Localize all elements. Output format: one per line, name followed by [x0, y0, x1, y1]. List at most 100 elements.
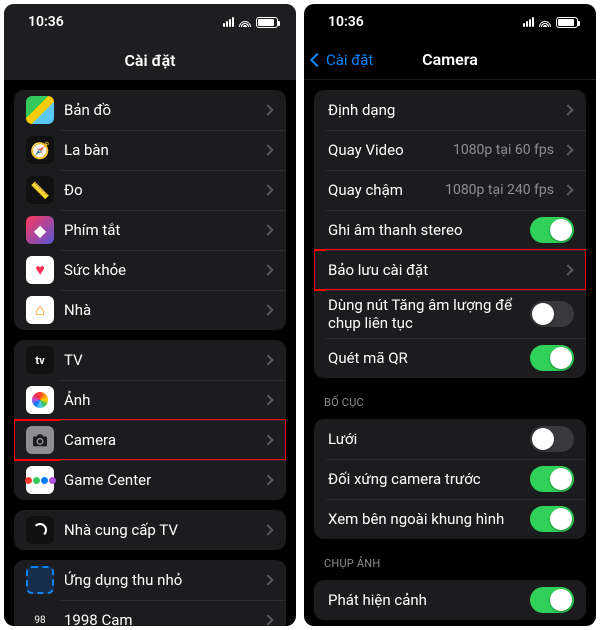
row-label: Định dạng — [328, 101, 554, 119]
settings-compass[interactable]: 🧭 La bàn — [14, 130, 286, 170]
row-label: Ứng dụng thu nhỏ — [64, 571, 254, 589]
settings-home-icon: ⌂ — [26, 296, 54, 324]
settings-group: Phát hiện cảnh — [314, 580, 586, 620]
wifi-icon — [538, 17, 552, 27]
camera-mirror-front[interactable]: Đối xứng camera trước — [314, 459, 586, 499]
camera-scene-detection[interactable]: Phát hiện cảnh — [314, 580, 586, 620]
row-label: Bản đồ — [64, 101, 254, 119]
settings-group: Lưới Đối xứng camera trước Xem bên ngoài k… — [314, 419, 586, 539]
row-label: Quay Video — [328, 141, 443, 159]
row-label: La bàn — [64, 141, 254, 159]
wifi-icon — [238, 17, 252, 27]
settings-group: Ứng dụng thu nhỏ 98 1998 Cam — [14, 560, 286, 626]
status-indicators — [223, 17, 278, 28]
settings-tv[interactable]: tv TV — [14, 340, 286, 380]
camera-settings-list[interactable]: Định dạng Quay Video1080p tại 60 fpsQuay … — [304, 80, 596, 626]
back-button[interactable]: Cài đặt — [312, 40, 373, 79]
row-label: Phát hiện cảnh — [328, 591, 520, 609]
settings-1998-cam-icon: 98 — [26, 606, 54, 626]
nav-title: Camera — [422, 50, 478, 69]
row-detail: 1080p tại 240 fps — [445, 182, 554, 198]
section-header: CHỤP ẢNH — [324, 557, 576, 570]
row-label: Đối xứng camera trước — [328, 470, 520, 488]
camera-stereo-audio-switch[interactable] — [530, 217, 574, 243]
chevron-right-icon — [262, 224, 273, 235]
settings-maps[interactable]: Bản đồ — [14, 90, 286, 130]
chevron-right-icon — [262, 394, 273, 405]
camera-grid[interactable]: Lưới — [314, 419, 586, 459]
camera-view-outside-frame[interactable]: Xem bên ngoài khung hình — [314, 499, 586, 539]
settings-camera[interactable]: Camera — [14, 420, 286, 460]
camera-record-video[interactable]: Quay Video1080p tại 60 fps — [314, 130, 586, 170]
chevron-right-icon — [262, 264, 273, 275]
settings-photos-icon — [26, 386, 54, 414]
camera-grid-switch[interactable] — [530, 426, 574, 452]
row-label: Sức khỏe — [64, 261, 254, 279]
chevron-right-icon — [262, 144, 273, 155]
chevron-right-icon — [562, 184, 573, 195]
settings-compass-icon: 🧭 — [26, 136, 54, 164]
chevron-right-icon — [562, 104, 573, 115]
settings-health[interactable]: ♥ Sức khỏe — [14, 250, 286, 290]
status-time: 10:36 — [328, 14, 364, 30]
row-label: Xem bên ngoài khung hình — [328, 510, 520, 528]
nav-bar: Cài đặt Camera — [304, 40, 596, 80]
chevron-right-icon — [262, 184, 273, 195]
camera-scene-detection-switch[interactable] — [530, 587, 574, 613]
camera-preserve-settings[interactable]: Bảo lưu cài đặt — [314, 250, 586, 290]
settings-home[interactable]: ⌂Nhà — [14, 290, 286, 330]
camera-record-slomo[interactable]: Quay chậm1080p tại 240 fps — [314, 170, 586, 210]
settings-maps-icon — [26, 96, 54, 124]
row-label: Bảo lưu cài đặt — [328, 261, 554, 279]
row-label: TV — [64, 351, 254, 369]
chevron-right-icon — [262, 574, 273, 585]
settings-list[interactable]: Bản đồ 🧭 La bàn 📏Đo ◆ Phím tắt ♥ Sức khỏe ⌂Nhà tv… — [4, 80, 296, 626]
chevron-right-icon — [262, 434, 273, 445]
settings-camera-icon — [26, 426, 54, 454]
settings-photos[interactable]: Ảnh — [14, 380, 286, 420]
signal-icon — [223, 17, 234, 27]
settings-tv-provider[interactable]: Nhà cung cấp TV — [14, 510, 286, 550]
settings-gamecenter-icon — [26, 466, 54, 494]
camera-format[interactable]: Định dạng — [314, 90, 586, 130]
row-label: Camera — [64, 431, 254, 449]
settings-health-icon: ♥ — [26, 256, 54, 284]
camera-mirror-front-switch[interactable] — [530, 466, 574, 492]
chevron-right-icon — [562, 264, 573, 275]
settings-app-thumbnail[interactable]: Ứng dụng thu nhỏ — [14, 560, 286, 600]
settings-tv-provider-icon — [26, 516, 54, 544]
settings-shortcuts-icon: ◆ — [26, 216, 54, 244]
settings-gamecenter[interactable]: Game Center — [14, 460, 286, 500]
chevron-right-icon — [562, 144, 573, 155]
camera-view-outside-frame-switch[interactable] — [530, 506, 574, 532]
camera-settings-screen: 10:36 Cài đặt Camera Định dạng Quay Video… — [304, 4, 596, 626]
status-indicators — [523, 17, 578, 28]
back-label: Cài đặt — [326, 51, 373, 69]
camera-stereo-audio[interactable]: Ghi âm thanh stereo — [314, 210, 586, 250]
row-label: 1998 Cam — [64, 611, 254, 626]
camera-volume-burst-switch[interactable] — [530, 301, 574, 327]
status-bar: 10:36 — [304, 4, 596, 40]
settings-app-thumbnail-icon — [26, 566, 54, 594]
row-label: Phím tắt — [64, 221, 254, 239]
settings-measure[interactable]: 📏Đo — [14, 170, 286, 210]
settings-1998-cam[interactable]: 98 1998 Cam — [14, 600, 286, 626]
settings-shortcuts[interactable]: ◆ Phím tắt — [14, 210, 286, 250]
row-label: Lưới — [328, 430, 520, 448]
row-label: Đo — [64, 181, 254, 199]
camera-volume-burst[interactable]: Dùng nút Tăng âm lượng để chụp liên tục — [314, 290, 586, 338]
row-label: Quét mã QR — [328, 349, 520, 367]
settings-group: tv TV Ảnh Camera Game Center — [14, 340, 286, 500]
settings-tv-icon: tv — [26, 346, 54, 374]
nav-title: Cài đặt — [124, 51, 175, 70]
chevron-right-icon — [262, 354, 273, 365]
chevron-left-icon — [310, 52, 324, 66]
battery-icon — [256, 17, 278, 28]
camera-scan-qr[interactable]: Quét mã QR — [314, 338, 586, 378]
chevron-right-icon — [262, 524, 273, 535]
camera-scan-qr-switch[interactable] — [530, 345, 574, 371]
settings-screen: 10:36 Cài đặt Bản đồ🧭La bàn📏Đo◆Phím tắt♥… — [4, 4, 296, 626]
chevron-right-icon — [262, 104, 273, 115]
chevron-right-icon — [262, 304, 273, 315]
row-label: Ghi âm thanh stereo — [328, 221, 520, 239]
